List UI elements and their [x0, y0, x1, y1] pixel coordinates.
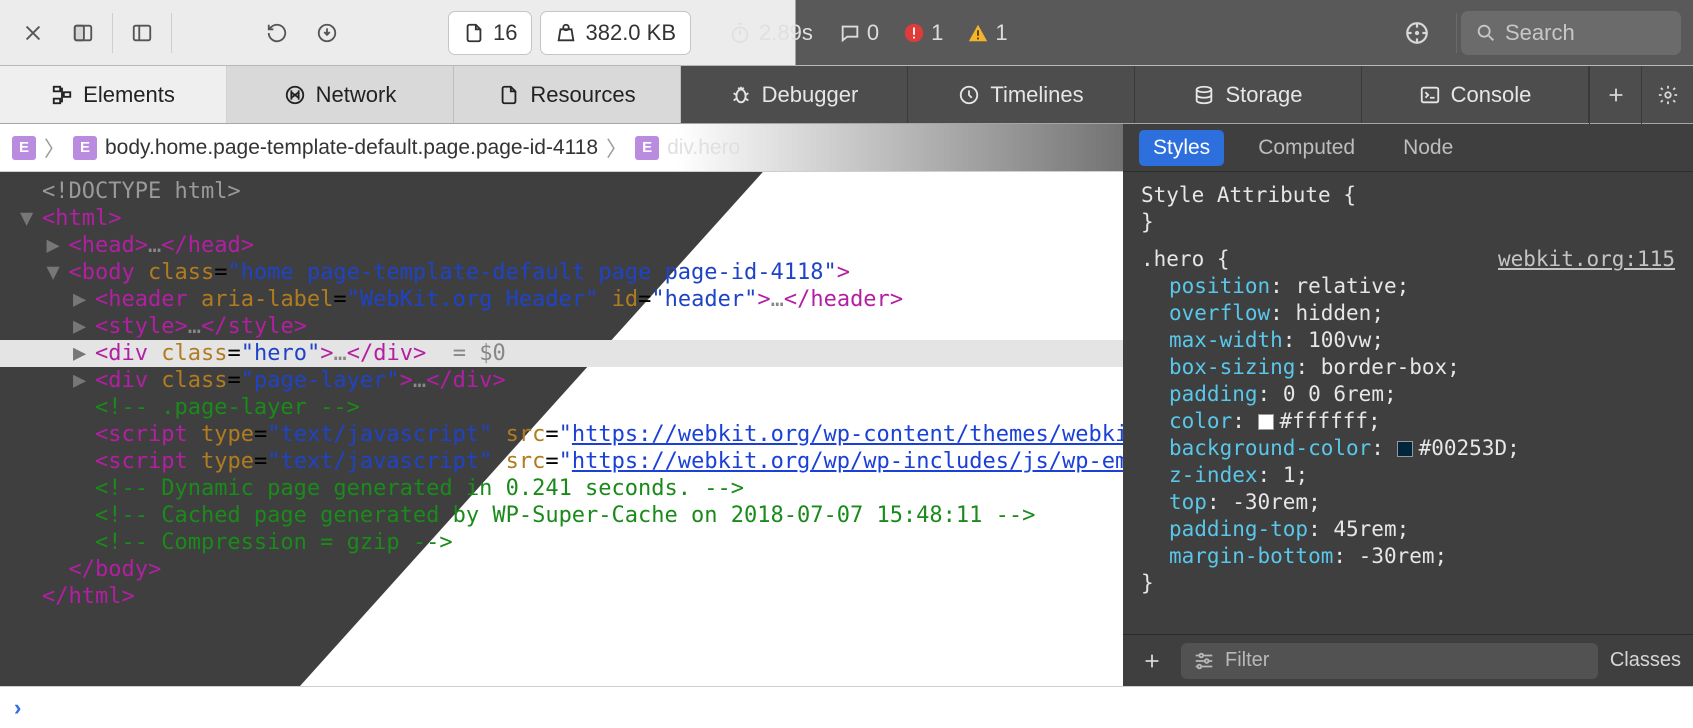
- network-icon: [284, 84, 306, 106]
- main-area: <!DOCTYPE html> ▼<html> ▶<head>…</head> …: [0, 172, 1693, 686]
- console-prompt[interactable]: ›: [0, 686, 1693, 728]
- search-input[interactable]: Search: [1461, 11, 1681, 55]
- styles-filter-input[interactable]: Filter: [1181, 643, 1598, 679]
- weight-icon: [555, 22, 577, 44]
- download-button[interactable]: [302, 11, 352, 55]
- element-badge-icon[interactable]: E: [73, 136, 97, 160]
- tab-resources[interactable]: Resources: [454, 66, 681, 123]
- warnings-count: 1: [995, 20, 1007, 46]
- search-placeholder: Search: [1505, 20, 1575, 46]
- inspect-element-button[interactable]: [1382, 11, 1452, 55]
- dom-node-script2[interactable]: <script type="text/javascript" src="http…: [0, 448, 1123, 475]
- resources-icon: [498, 84, 520, 106]
- breadcrumb-div[interactable]: div.hero: [667, 136, 740, 160]
- dock-side-button[interactable]: [58, 11, 108, 55]
- dom-node-pagelayer[interactable]: ▶<div class="page-layer">…</div>: [0, 367, 1123, 394]
- new-rule-button[interactable]: [1135, 644, 1169, 678]
- console-icon: [1419, 84, 1441, 106]
- element-badge-icon[interactable]: E: [635, 136, 659, 160]
- chevron-right-icon: 〉: [606, 133, 627, 163]
- css-declaration[interactable]: position: relative;: [1141, 273, 1675, 300]
- dom-node-header[interactable]: ▶<header aria-label="WebKit.org Header" …: [0, 286, 1123, 313]
- messages-count: 0: [867, 20, 879, 46]
- styles-tab-node[interactable]: Node: [1389, 130, 1467, 166]
- tab-storage[interactable]: Storage: [1135, 66, 1362, 123]
- css-declaration[interactable]: max-width: 100vw;: [1141, 327, 1675, 354]
- warning-icon: [967, 22, 989, 44]
- elements-icon: [51, 84, 73, 106]
- css-declaration[interactable]: overflow: hidden;: [1141, 300, 1675, 327]
- dom-node-hero[interactable]: ▶<div class="hero">…</div> = $0: [0, 340, 1123, 367]
- css-declaration[interactable]: top: -30rem;: [1141, 489, 1675, 516]
- panel-tabs: Elements Network Resources Debugger Time…: [0, 66, 1693, 124]
- css-declaration[interactable]: background-color: #00253D;: [1141, 435, 1675, 462]
- stopwatch-icon: [729, 22, 751, 44]
- filter-icon: [1193, 650, 1215, 672]
- dom-tree[interactable]: <!DOCTYPE html> ▼<html> ▶<head>…</head> …: [0, 172, 1123, 686]
- message-icon: [839, 22, 861, 44]
- storage-icon: [1193, 84, 1215, 106]
- styles-tab-styles[interactable]: Styles: [1139, 130, 1224, 166]
- load-time-metric[interactable]: 2.89s: [715, 20, 827, 46]
- styles-tab-computed[interactable]: Computed: [1244, 130, 1369, 166]
- breadcrumb-body[interactable]: body.home.page-template-default.page.pag…: [105, 136, 598, 160]
- css-declaration[interactable]: color: #ffffff;: [1141, 408, 1675, 435]
- transfer-size-pill[interactable]: 382.0 KB: [540, 11, 691, 55]
- tab-console[interactable]: Console: [1362, 66, 1589, 123]
- chevron-right-icon: 〉: [44, 133, 65, 163]
- dom-node-body[interactable]: ▼<body class="home page-template-default…: [0, 259, 1123, 286]
- file-count-pill[interactable]: 16: [448, 11, 532, 55]
- errors-count: 1: [931, 20, 943, 46]
- styles-rules[interactable]: Style Attribute { } .hero {webkit.org:11…: [1123, 172, 1693, 634]
- styles-sidebar: Styles Computed Node Style Attribute { }…: [1123, 172, 1693, 686]
- element-badge-icon[interactable]: E: [12, 136, 36, 160]
- transfer-size-value: 382.0 KB: [585, 20, 676, 46]
- tab-elements[interactable]: Elements: [0, 66, 227, 123]
- source-link[interactable]: webkit.org:115: [1498, 246, 1675, 273]
- timelines-icon: [958, 84, 980, 106]
- messages-badge[interactable]: 0: [827, 20, 891, 46]
- css-declaration[interactable]: padding-top: 45rem;: [1141, 516, 1675, 543]
- css-declaration[interactable]: box-sizing: border-box;: [1141, 354, 1675, 381]
- search-icon: [1475, 22, 1497, 44]
- top-toolbar: 16 382.0 KB 2.89s 0 1 1 Search: [0, 0, 1693, 66]
- settings-button[interactable]: [1641, 66, 1693, 124]
- warnings-badge[interactable]: 1: [955, 20, 1019, 46]
- errors-badge[interactable]: 1: [891, 20, 955, 46]
- add-tab-button[interactable]: [1589, 66, 1641, 124]
- reload-button[interactable]: [252, 11, 302, 55]
- tab-timelines[interactable]: Timelines: [908, 66, 1135, 123]
- dom-node-head[interactable]: ▶<head>…</head>: [0, 232, 1123, 259]
- error-icon: [903, 22, 925, 44]
- dom-node-script1[interactable]: <script type="text/javascript" src="http…: [0, 421, 1123, 448]
- css-declaration[interactable]: z-index: 1;: [1141, 462, 1675, 489]
- close-button[interactable]: [8, 11, 58, 55]
- tab-network[interactable]: Network: [227, 66, 454, 123]
- debugger-icon: [730, 84, 752, 106]
- css-declaration[interactable]: padding: 0 0 6rem;: [1141, 381, 1675, 408]
- classes-toggle[interactable]: Classes: [1610, 649, 1681, 672]
- document-icon: [463, 22, 485, 44]
- css-declaration[interactable]: margin-bottom: -30rem;: [1141, 543, 1675, 570]
- load-time-value: 2.89s: [759, 20, 813, 46]
- dom-node-style[interactable]: ▶<style>…</style>: [0, 313, 1123, 340]
- tab-debugger[interactable]: Debugger: [681, 66, 908, 123]
- console-caret-icon: ›: [14, 695, 21, 721]
- toggle-left-sidebar-button[interactable]: [117, 11, 167, 55]
- file-count-value: 16: [493, 20, 517, 46]
